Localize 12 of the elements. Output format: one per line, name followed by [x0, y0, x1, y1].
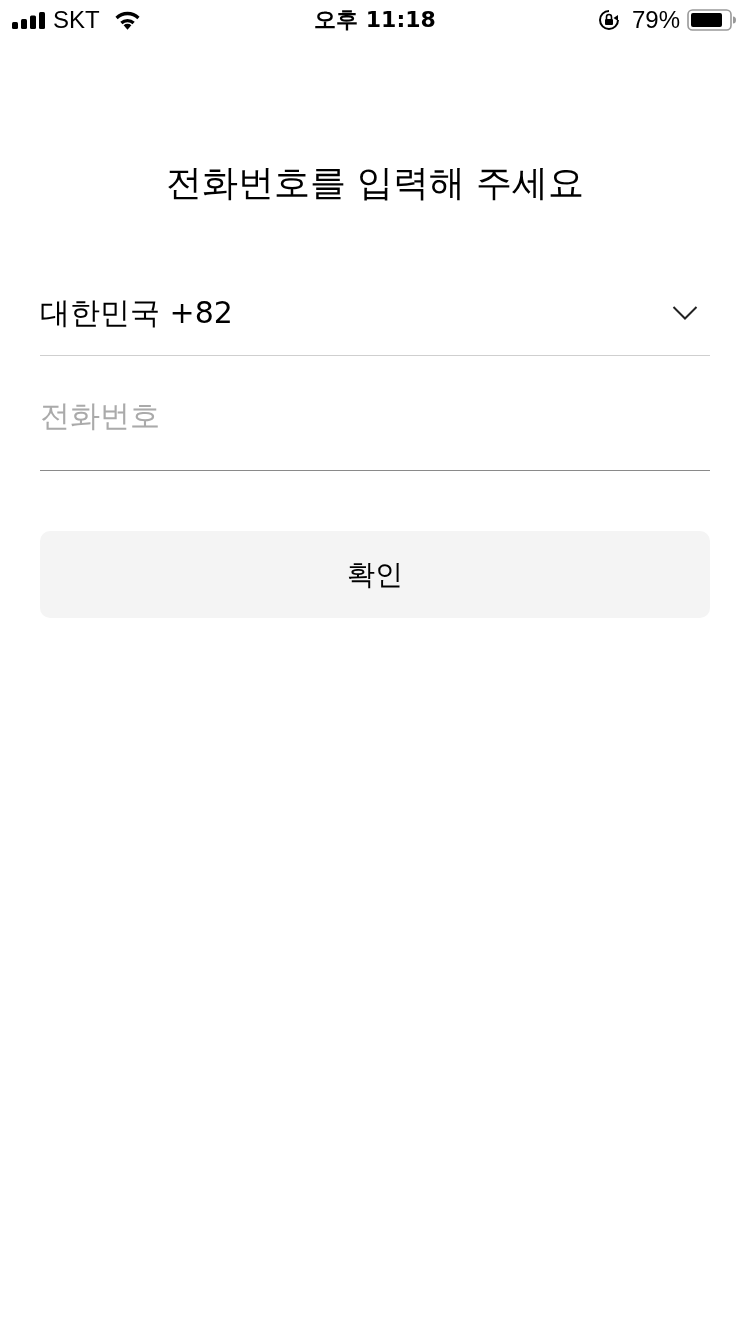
battery-icon [687, 9, 736, 31]
carrier-name: SKT [53, 6, 100, 34]
status-time: 오후 11:18 [314, 6, 436, 34]
chevron-down-icon [672, 304, 698, 321]
signal-icon [12, 11, 46, 29]
country-select[interactable]: 대한민국 +82 [40, 270, 710, 356]
wifi-icon [113, 10, 141, 30]
confirm-button[interactable]: 확인 [40, 531, 710, 618]
phone-input-field[interactable]: 전화번호 [40, 356, 710, 471]
rotation-lock-icon [597, 9, 620, 31]
battery-percentage: 79% [631, 6, 680, 34]
page-title: 전화번호를 입력해 주세요 [164, 161, 586, 205]
